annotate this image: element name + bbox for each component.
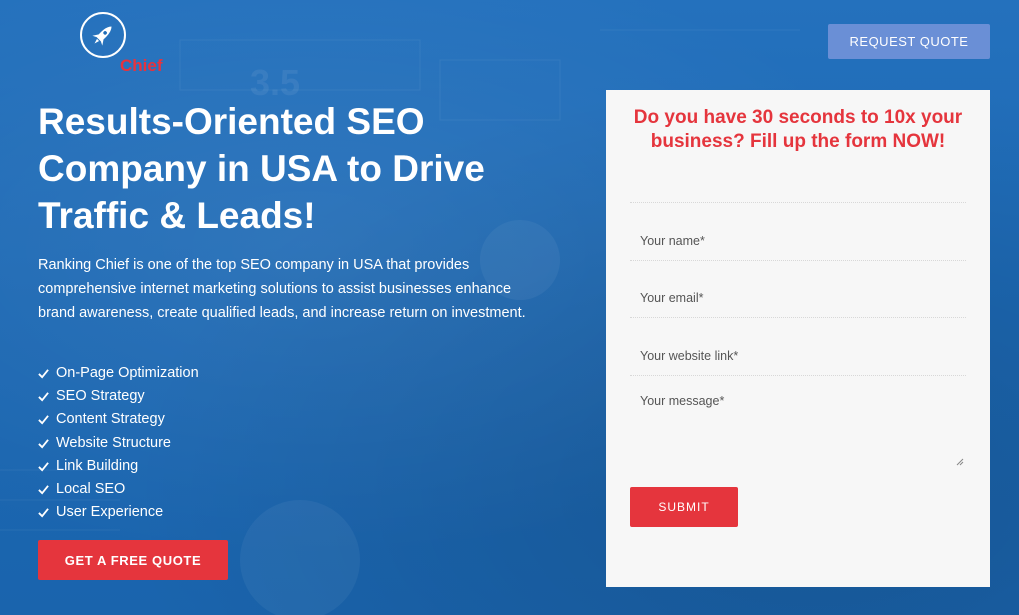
- hero-intro: Ranking Chief is one of the top SEO comp…: [38, 257, 526, 321]
- message-field[interactable]: [630, 375, 966, 470]
- website-field[interactable]: [630, 317, 966, 375]
- request-quote-button[interactable]: REQUEST QUOTE: [828, 24, 990, 59]
- feature-item: Website Structure: [38, 432, 199, 455]
- feature-list: On-Page Optimization SEO Strategy Conten…: [38, 362, 199, 524]
- check-icon: [38, 508, 49, 518]
- check-icon: [38, 415, 49, 426]
- feature-label: On-Page Optimization: [56, 365, 199, 381]
- feature-item: On-Page Optimization: [38, 362, 199, 385]
- check-icon: [38, 438, 49, 449]
- submit-button[interactable]: SUBMIT: [630, 487, 738, 527]
- feature-label: Content Strategy: [56, 411, 165, 428]
- free-quote-button[interactable]: GET A FREE QUOTE: [38, 540, 228, 580]
- feature-label: User Experience: [56, 504, 164, 521]
- feature-item: SEO Strategy: [38, 385, 199, 408]
- feature-label: Website Structure: [56, 434, 171, 451]
- feature-item: Local SEO: [38, 478, 199, 501]
- logo[interactable]: Chief: [78, 8, 178, 78]
- check-icon: [38, 369, 49, 379]
- feature-label: SEO Strategy: [56, 388, 145, 405]
- form-heading: Do you have 30 seconds to 10x your busin…: [633, 107, 963, 152]
- resize-grip-icon[interactable]: [956, 458, 964, 466]
- quote-form: Do you have 30 seconds to 10x your busin…: [606, 90, 990, 587]
- svg-text:3.5: 3.5: [250, 62, 300, 103]
- check-icon: [38, 392, 49, 402]
- email-field[interactable]: [630, 260, 966, 317]
- check-icon: [38, 485, 49, 495]
- hero-headline: Results-Oriented SEO Company in USA to D…: [38, 101, 485, 236]
- feature-item: User Experience: [38, 501, 199, 524]
- name-field[interactable]: [630, 202, 966, 260]
- logo-text: Chief: [120, 56, 163, 75]
- rocket-icon: [80, 12, 126, 58]
- feature-label: Link Building: [56, 457, 139, 474]
- feature-item: Link Building: [38, 455, 199, 478]
- check-icon: [38, 462, 49, 472]
- feature-label: Local SEO: [56, 480, 126, 497]
- feature-item: Content Strategy: [38, 408, 199, 431]
